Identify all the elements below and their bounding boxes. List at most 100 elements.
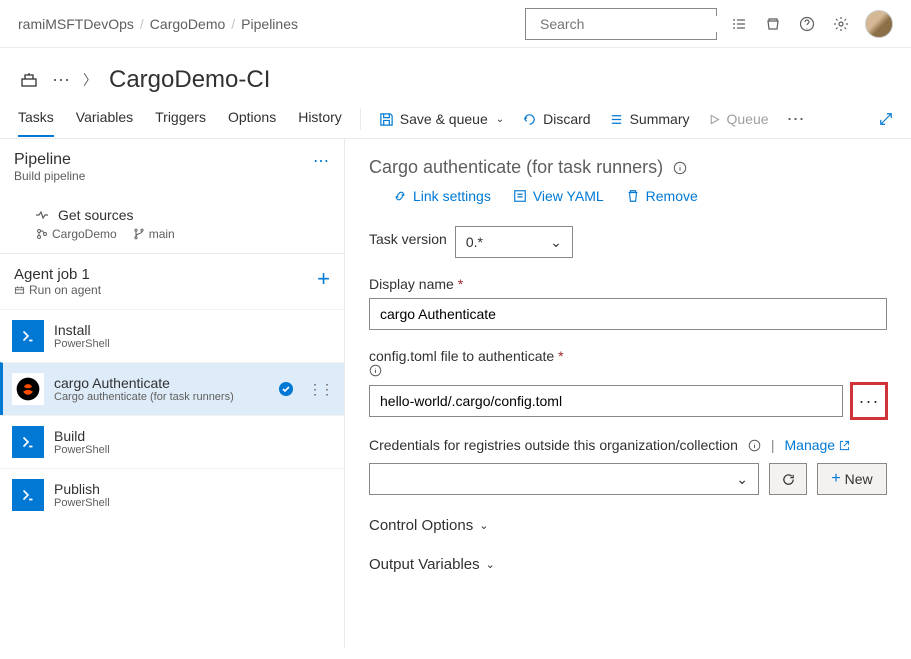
chevron-down-icon: ⌄ — [736, 471, 748, 488]
breadcrumb-slash: / — [140, 16, 144, 32]
refresh-icon — [781, 472, 796, 487]
manage-link[interactable]: Manage — [785, 437, 851, 453]
display-name-input[interactable] — [369, 298, 887, 330]
external-link-icon — [839, 440, 850, 451]
tab-history[interactable]: History — [298, 109, 342, 137]
breadcrumb-project[interactable]: CargoDemo — [150, 16, 225, 32]
task-cargo-authenticate[interactable]: cargo Authenticate Cargo authenticate (f… — [0, 362, 344, 415]
tab-triggers[interactable]: Triggers — [155, 109, 206, 137]
task-publish[interactable]: Publish PowerShell — [0, 468, 344, 521]
agent-job[interactable]: Agent job 1 Run on agent + — [0, 253, 344, 309]
save-queue-button[interactable]: Save & queue ⌄ — [379, 111, 504, 127]
summary-button[interactable]: Summary — [609, 111, 690, 127]
pipeline-icon — [18, 69, 40, 91]
view-yaml[interactable]: View YAML — [513, 188, 604, 204]
trash-icon — [626, 189, 640, 203]
sources-icon — [34, 207, 50, 223]
toolbar-more[interactable]: ⋯ — [787, 109, 806, 130]
new-credential-button[interactable]: +New — [817, 463, 887, 495]
task-version-select[interactable]: 0.* ⌄ — [455, 226, 573, 258]
settings-icon[interactable] — [831, 14, 851, 34]
task-version-row: Task version 0.* ⌄ — [369, 226, 887, 258]
add-task-button[interactable]: + — [317, 266, 330, 292]
task-name: cargo Authenticate — [54, 375, 234, 391]
task-build[interactable]: Build PowerShell — [0, 415, 344, 468]
task-install[interactable]: Install PowerShell — [0, 309, 344, 362]
credentials-label: Credentials for registries outside this … — [369, 437, 738, 453]
task-version-label: Task version — [369, 231, 447, 247]
toolbar: Save & queue ⌄ Discard Summary Queue ⋯ — [379, 109, 806, 130]
config-file-input[interactable] — [369, 385, 843, 417]
tab-tasks[interactable]: Tasks — [18, 109, 54, 137]
tabs: Tasks Variables Triggers Options History — [18, 109, 342, 137]
work-items-icon[interactable] — [729, 14, 749, 34]
breadcrumb-section[interactable]: Pipelines — [241, 16, 298, 32]
tab-variables[interactable]: Variables — [76, 109, 133, 137]
refresh-button[interactable] — [769, 463, 807, 495]
breadcrumb-slash: / — [231, 16, 235, 32]
org-breadcrumb: ramiMSFTDevOps / CargoDemo / Pipelines — [18, 16, 298, 32]
display-name-label: Display name * — [369, 276, 463, 292]
fullscreen-icon[interactable] — [879, 112, 893, 126]
credentials-row: Credentials for registries outside this … — [369, 437, 887, 495]
get-sources-label: Get sources — [58, 207, 133, 223]
remove-task[interactable]: Remove — [626, 188, 698, 204]
browse-file-button[interactable]: ··· — [851, 383, 887, 419]
cargo-icon — [12, 373, 44, 405]
divider — [360, 108, 361, 130]
task-sub: Cargo authenticate (for task runners) — [54, 391, 234, 403]
powershell-icon — [12, 320, 44, 352]
task-editor: Cargo authenticate (for task runners) Li… — [345, 139, 911, 648]
breadcrumb-org[interactable]: ramiMSFTDevOps — [18, 16, 134, 32]
discard-button[interactable]: Discard — [522, 111, 590, 127]
yaml-icon — [513, 189, 527, 203]
search-wrap — [525, 8, 717, 40]
marketplace-icon[interactable] — [763, 14, 783, 34]
top-bar: ramiMSFTDevOps / CargoDemo / Pipelines — [0, 0, 911, 48]
pipeline-root[interactable]: Pipeline Build pipeline ⋯ — [0, 139, 344, 197]
output-variables-section[interactable]: Output Variables⌄ — [369, 556, 887, 573]
control-options-section[interactable]: Control Options⌄ — [369, 517, 887, 534]
task-sub: PowerShell — [54, 444, 110, 456]
main: Pipeline Build pipeline ⋯ Get sources Ca… — [0, 139, 911, 648]
task-links: Link settings View YAML Remove — [393, 188, 887, 204]
get-sources[interactable]: Get sources CargoDemo main — [0, 197, 344, 253]
info-icon[interactable] — [369, 364, 575, 377]
chevron-right-icon: 〉 — [83, 70, 97, 90]
pipeline-root-title: Pipeline — [14, 151, 85, 169]
task-editor-title: Cargo authenticate (for task runners) — [369, 157, 663, 178]
link-settings[interactable]: Link settings — [393, 188, 491, 204]
play-icon — [708, 113, 721, 126]
chevron-down-icon: ⌄ — [486, 558, 495, 571]
agent-job-sub: Run on agent — [14, 283, 101, 297]
pipeline-tree: Pipeline Build pipeline ⋯ Get sources Ca… — [0, 139, 345, 648]
task-name: Publish — [54, 481, 110, 497]
info-icon[interactable] — [673, 161, 687, 175]
pipeline-root-sub: Build pipeline — [14, 169, 85, 183]
drag-handle-icon[interactable]: ⋮⋮ — [308, 381, 332, 398]
pipeline-root-menu[interactable]: ⋯ — [313, 151, 330, 171]
branch-icon — [133, 228, 145, 240]
repo-icon — [36, 228, 48, 240]
undo-icon — [522, 112, 537, 127]
task-sub: PowerShell — [54, 497, 110, 509]
task-name: Build — [54, 428, 110, 444]
agent-icon — [14, 285, 25, 296]
help-icon[interactable] — [797, 14, 817, 34]
task-sub: PowerShell — [54, 338, 110, 350]
info-icon[interactable] — [748, 439, 761, 452]
search-input[interactable] — [540, 16, 721, 32]
queue-button[interactable]: Queue — [708, 111, 769, 127]
display-name-row: Display name * — [369, 276, 887, 330]
powershell-icon — [12, 426, 44, 458]
check-icon — [278, 381, 294, 397]
repo-label: CargoDemo — [36, 227, 117, 241]
branch-label: main — [133, 227, 175, 241]
credentials-select[interactable]: ⌄ — [369, 463, 759, 495]
avatar[interactable] — [865, 10, 893, 38]
chevron-down-icon: ⌄ — [550, 234, 562, 251]
pipeline-crumb-menu[interactable]: ⋯ — [52, 70, 71, 91]
search-box[interactable] — [525, 8, 717, 40]
tab-options[interactable]: Options — [228, 109, 276, 137]
pipeline-title: CargoDemo-CI — [109, 66, 270, 94]
